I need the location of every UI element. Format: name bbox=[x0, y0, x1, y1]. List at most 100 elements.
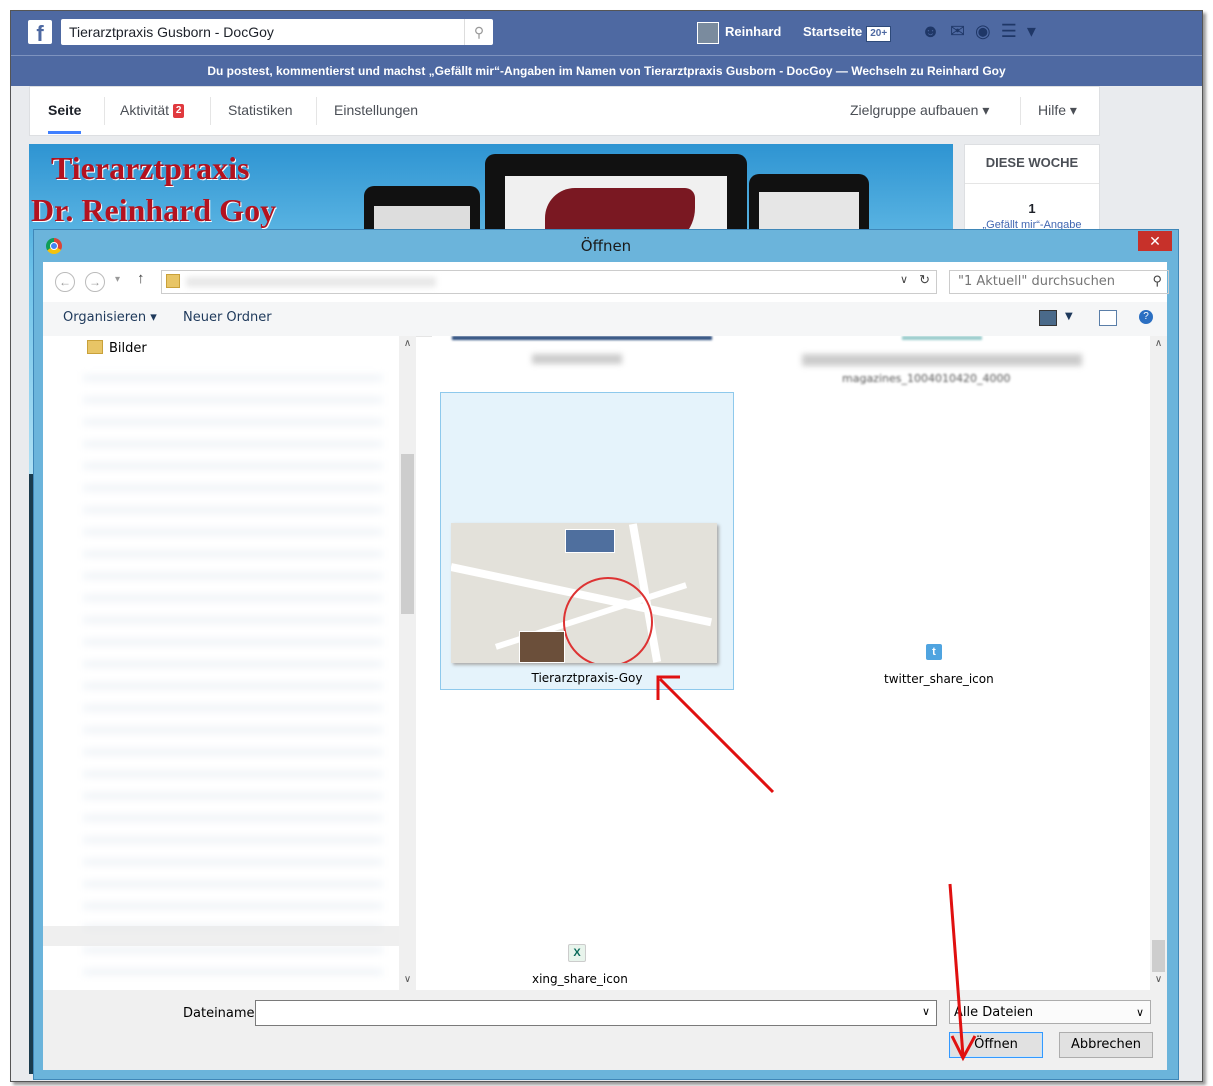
user-name: Reinhard bbox=[725, 24, 782, 39]
xing-icon: X bbox=[568, 944, 586, 962]
tab-help[interactable]: Hilfe ▾ bbox=[1038, 87, 1077, 133]
likes-count: 1 bbox=[1028, 201, 1036, 216]
recent-dropdown-icon[interactable]: ▾ bbox=[115, 274, 120, 285]
facebook-top-bar: f Tierarztpraxis Gusborn - DocGoy ⚲ Rein… bbox=[11, 11, 1202, 55]
nav-scroll-thumb[interactable] bbox=[401, 454, 414, 614]
tab-audience[interactable]: Zielgruppe aufbauen ▾ bbox=[850, 87, 989, 133]
dialog-footer: Dateiname: ∨ Alle Dateien ∨ Öffnen Abbre… bbox=[43, 990, 1167, 1070]
command-bar: Organisieren ▾ Neuer Ordner ▼ ? bbox=[43, 302, 1167, 337]
forward-arrow-icon[interactable]: → bbox=[85, 272, 105, 292]
open-button[interactable]: Öffnen bbox=[949, 1032, 1043, 1058]
twitter-icon: t bbox=[926, 644, 942, 660]
this-week-box: DIESE WOCHE 1 „Gefällt mir“-Angabe bbox=[964, 144, 1100, 236]
filetype-value: Alle Dateien bbox=[954, 1005, 1034, 1020]
this-week-title: DIESE WOCHE bbox=[985, 155, 1079, 170]
filetype-select[interactable]: Alle Dateien ∨ bbox=[949, 1000, 1151, 1024]
file-list: magazines_1004010420_4000 Tierarztpraxis… bbox=[432, 336, 1150, 990]
tab-label: Aktivität bbox=[120, 102, 170, 118]
folder-icon bbox=[87, 340, 103, 354]
scroll-down-icon[interactable]: ∨ bbox=[1150, 974, 1167, 985]
file-item-xing-share-icon[interactable]: xing_share_icon bbox=[532, 972, 628, 986]
new-folder-button[interactable]: Neuer Ordner bbox=[183, 310, 272, 325]
help-icon[interactable]: ? bbox=[1139, 310, 1153, 324]
file-name: Tierarztpraxis-Goy bbox=[531, 671, 643, 685]
partial-file-caption: magazines_1004010420_4000 bbox=[842, 372, 1011, 385]
nav-scrollbar[interactable]: ∧ ∨ bbox=[399, 336, 416, 990]
organize-menu[interactable]: Organisieren ▾ bbox=[63, 310, 157, 325]
cover-title-line2: Dr. Reinhard Goy bbox=[31, 192, 277, 228]
filename-label: Dateiname: bbox=[183, 1006, 259, 1021]
tree-item-label: Bilder bbox=[109, 341, 147, 356]
tab-aktivitaet[interactable]: Aktivität 2 bbox=[120, 87, 185, 133]
scroll-up-icon[interactable]: ∧ bbox=[1150, 338, 1167, 349]
friends-icon[interactable]: ☻ bbox=[921, 21, 950, 41]
navigation-pane: Bilder bbox=[43, 336, 415, 990]
tab-divider bbox=[1020, 97, 1021, 125]
scroll-up-icon[interactable]: ∧ bbox=[399, 338, 416, 349]
tree-item-bilder[interactable]: Bilder bbox=[87, 340, 147, 356]
acting-as-page-notice[interactable]: Du postest, kommentierst und machst „Gef… bbox=[11, 55, 1202, 86]
blurred-path bbox=[186, 277, 436, 287]
home-badge: 20+ bbox=[866, 26, 892, 42]
tab-label: Zielgruppe aufbauen ▾ bbox=[850, 102, 990, 118]
back-arrow-icon[interactable]: ← bbox=[55, 272, 75, 292]
page-tabs: Seite Aktivität 2 Statistiken Einstellun… bbox=[29, 86, 1100, 136]
browser-window: f Tierarztpraxis Gusborn - DocGoy ⚲ Rein… bbox=[10, 10, 1203, 1082]
scroll-down-icon[interactable]: ∨ bbox=[399, 974, 416, 985]
folder-search-input[interactable] bbox=[950, 271, 1138, 291]
address-field[interactable]: ∨ ↻ bbox=[161, 270, 937, 294]
partial-thumbnail bbox=[902, 336, 982, 340]
notification-icons[interactable]: ☻✉◉☰▾ bbox=[921, 21, 1046, 42]
chevron-down-icon[interactable]: ▾ bbox=[1027, 21, 1046, 41]
tab-label: Einstellungen bbox=[334, 102, 419, 118]
facebook-search-field[interactable]: Tierarztpraxis Gusborn - DocGoy ⚲ bbox=[61, 19, 493, 45]
activity-badge: 2 bbox=[172, 104, 185, 118]
messages-icon[interactable]: ✉ bbox=[950, 21, 975, 41]
up-arrow-icon[interactable]: ↑ bbox=[137, 270, 145, 287]
dialog-body: ← → ▾ ↑ ∨ ↻ ⚲ Organisieren ▾ Neuer Ordne… bbox=[43, 262, 1169, 1070]
refresh-icon[interactable]: ↻ bbox=[919, 272, 930, 288]
address-dropdown-icon[interactable]: ∨ bbox=[900, 273, 908, 286]
view-dropdown-icon[interactable]: ▼ bbox=[1065, 311, 1073, 322]
tab-statistiken[interactable]: Statistiken bbox=[228, 87, 293, 133]
folder-search[interactable]: ⚲ bbox=[949, 270, 1169, 294]
tab-divider bbox=[210, 97, 211, 125]
tab-einstellungen[interactable]: Einstellungen bbox=[334, 87, 418, 133]
tab-seite[interactable]: Seite bbox=[48, 87, 82, 134]
content-scrollbar[interactable]: ∧ ∨ bbox=[1150, 336, 1167, 990]
filename-field[interactable]: ∨ bbox=[255, 1000, 937, 1026]
folder-icon bbox=[166, 274, 180, 288]
home-link[interactable]: Startseite 20+ bbox=[803, 21, 892, 43]
tab-divider bbox=[104, 97, 105, 125]
facebook-search-value: Tierarztpraxis Gusborn - DocGoy bbox=[69, 24, 274, 40]
map-thumbnail bbox=[451, 523, 717, 663]
preview-pane-icon[interactable] bbox=[1099, 310, 1117, 326]
file-item-twitter-share-icon[interactable]: twitter_share_icon bbox=[884, 672, 994, 686]
tab-label: Statistiken bbox=[228, 102, 293, 118]
file-item-tierarztpraxis-goy[interactable]: Tierarztpraxis-Goy bbox=[440, 392, 734, 690]
tab-label: Seite bbox=[48, 102, 82, 118]
content-scroll-thumb[interactable] bbox=[1152, 940, 1165, 972]
privacy-icon[interactable]: ☰ bbox=[1001, 21, 1027, 41]
filename-input[interactable] bbox=[256, 1001, 912, 1025]
profile-link[interactable]: Reinhard bbox=[697, 21, 781, 45]
chevron-down-icon[interactable]: ∨ bbox=[1136, 1001, 1144, 1025]
address-bar-row: ← → ▾ ↑ ∨ ↻ ⚲ bbox=[43, 262, 1169, 302]
close-button[interactable]: ✕ bbox=[1138, 231, 1172, 251]
blurred-caption bbox=[532, 354, 622, 364]
avatar bbox=[697, 21, 719, 44]
blurred-folder-tree bbox=[83, 364, 383, 984]
home-label: Startseite bbox=[803, 24, 863, 39]
facebook-logo-icon[interactable]: f bbox=[28, 20, 52, 44]
cancel-button[interactable]: Abbrechen bbox=[1059, 1032, 1153, 1058]
dialog-title: Öffnen bbox=[580, 237, 632, 255]
globe-icon[interactable]: ◉ bbox=[975, 21, 1001, 41]
tab-divider bbox=[316, 97, 317, 125]
cover-title-line1: Tierarztpraxis bbox=[51, 150, 250, 186]
tree-selection bbox=[43, 926, 399, 946]
search-icon[interactable]: ⚲ bbox=[464, 19, 493, 45]
tab-label: Hilfe ▾ bbox=[1038, 102, 1077, 118]
search-icon[interactable]: ⚲ bbox=[1152, 273, 1162, 289]
view-icon[interactable] bbox=[1039, 310, 1057, 326]
filename-dropdown-icon[interactable]: ∨ bbox=[922, 1005, 930, 1018]
